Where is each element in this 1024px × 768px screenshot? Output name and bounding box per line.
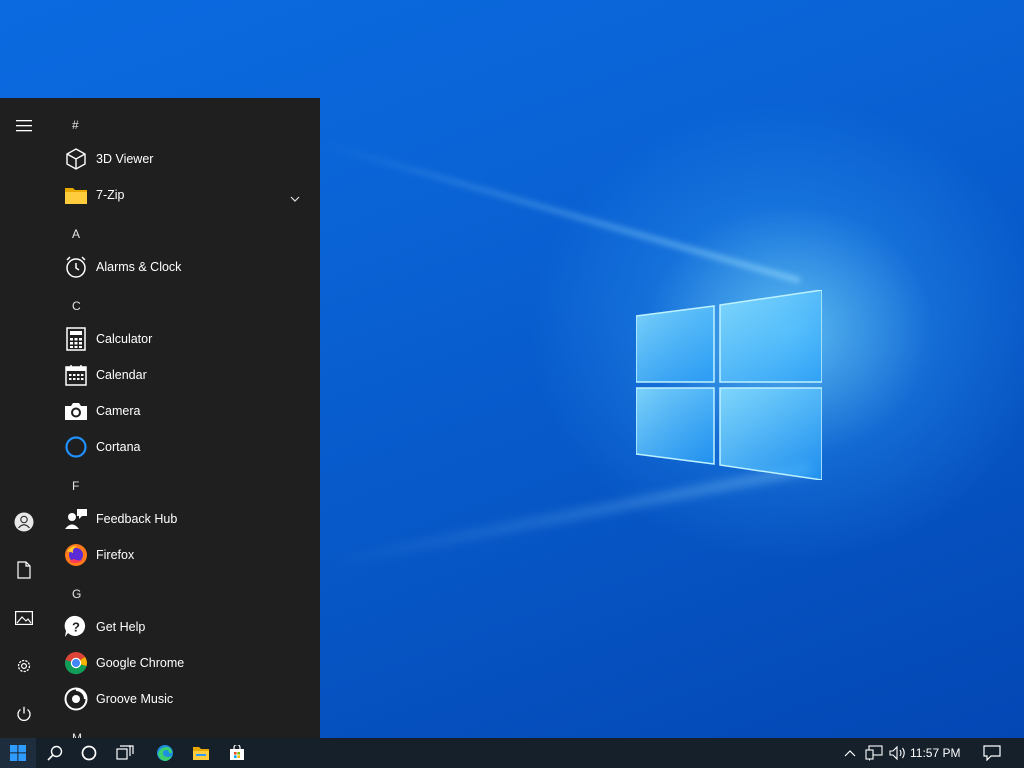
section-header[interactable]: A [72,227,80,241]
app-label: Feedback Hub [96,512,178,526]
svg-text:?: ? [72,620,80,635]
section-header[interactable]: # [72,118,79,132]
edge-icon[interactable] [150,738,180,768]
app-item-7-zip[interactable]: 7-Zip [48,177,320,213]
3d-viewer-icon [63,146,89,172]
app-label: Calculator [96,332,153,346]
feedback-hub-icon [63,506,89,532]
file-explorer-icon[interactable] [186,738,216,768]
app-label: Camera [96,404,141,418]
app-label: Cortana [96,440,141,454]
hamburger-menu-icon[interactable] [8,110,40,142]
app-item-google-chrome[interactable]: Google Chrome [48,645,320,681]
section-header[interactable]: C [72,299,81,313]
section-header[interactable]: G [72,587,81,601]
calculator-icon [63,326,89,352]
app-label: Firefox [96,548,135,562]
app-list: # 3D Viewer 7-Zip A Alarms & Clock C Cal… [48,98,320,738]
cortana-icon [63,434,89,460]
start-menu: # 3D Viewer 7-Zip A Alarms & Clock C Cal… [0,98,320,738]
app-label: Google Chrome [96,656,185,670]
documents-icon[interactable] [8,554,40,586]
search-icon[interactable] [40,738,70,768]
action-center-icon[interactable] [978,738,1006,768]
app-label: Alarms & Clock [96,260,182,274]
windows-start-icon[interactable] [0,738,36,768]
app-item-3d-viewer[interactable]: 3D Viewer [48,141,320,177]
show-hidden-icons-chevron[interactable] [840,738,860,768]
app-label: Calendar [96,368,147,382]
settings-gear-icon[interactable] [8,650,40,682]
taskbar: 11:57 PM [0,738,1024,768]
light-beam [320,464,813,568]
section-header[interactable]: M [72,731,82,738]
app-item-firefox[interactable]: Firefox [48,537,320,573]
pictures-icon[interactable] [8,602,40,634]
app-item-calendar[interactable]: Calendar [48,357,320,393]
alarm-clock-icon [63,254,89,280]
app-item-groove-music[interactable]: Groove Music [48,681,320,717]
app-item-get-help[interactable]: ? Get Help [48,609,320,645]
windows-logo-wallpaper [636,290,822,480]
microsoft-store-icon[interactable] [222,738,252,768]
app-label: 7-Zip [96,188,125,202]
volume-icon[interactable] [886,738,910,768]
app-item-camera[interactable]: Camera [48,393,320,429]
app-label: Get Help [96,620,146,634]
chrome-icon [63,650,89,676]
app-label: 3D Viewer [96,152,154,166]
app-item-calculator[interactable]: Calculator [48,321,320,357]
camera-icon [63,398,89,424]
app-item-alarms-clock[interactable]: Alarms & Clock [48,249,320,285]
app-label: Groove Music [96,692,174,706]
groove-music-icon [63,686,89,712]
calendar-icon [63,362,89,388]
section-header[interactable]: F [72,479,79,493]
power-icon[interactable] [8,698,40,730]
chevron-down-icon[interactable] [290,189,300,207]
cortana-circle-icon[interactable] [74,738,104,768]
taskbar-clock[interactable]: 11:57 PM [910,738,960,768]
get-help-icon: ? [63,614,89,640]
network-icon[interactable] [862,738,886,768]
app-item-feedback-hub[interactable]: Feedback Hub [48,501,320,537]
task-view-icon[interactable] [110,738,140,768]
firefox-icon [63,542,89,568]
user-account-icon[interactable] [8,506,40,538]
folder-icon [63,182,89,208]
start-rail [0,98,48,738]
app-item-cortana[interactable]: Cortana [48,429,320,465]
light-beam [318,140,801,284]
